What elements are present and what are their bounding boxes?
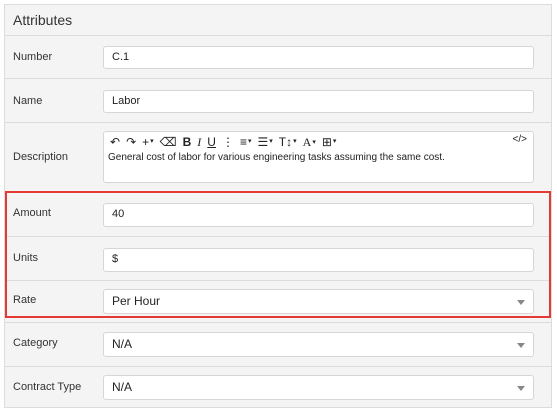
- units-field[interactable]: $: [103, 248, 534, 272]
- chevron-down-icon: [517, 386, 525, 391]
- amount-label: Amount: [13, 207, 51, 219]
- rate-value: Per Hour: [112, 294, 161, 308]
- amount-row: Amount 40: [5, 193, 551, 237]
- category-value: N/A: [112, 337, 133, 351]
- contract-type-value: N/A: [112, 380, 133, 394]
- chevron-down-icon: ▾: [312, 138, 316, 146]
- more-options-icon[interactable]: ⋮: [222, 134, 234, 150]
- category-row: Category N/A: [5, 323, 551, 367]
- align-icon: ≡: [239, 135, 247, 149]
- description-text[interactable]: General cost of labor for various engine…: [108, 152, 445, 163]
- number-label: Number: [13, 51, 53, 63]
- rate-select[interactable]: Per Hour: [103, 289, 534, 314]
- chevron-down-icon: [517, 343, 525, 348]
- bold-icon[interactable]: B: [183, 134, 192, 150]
- font-color-icon: A: [302, 135, 312, 149]
- units-row: Units $: [5, 237, 551, 281]
- underline-icon[interactable]: U: [207, 134, 216, 150]
- name-row: Name Labor: [5, 79, 551, 123]
- text-size-dropdown[interactable]: T↕ ▾: [279, 134, 297, 150]
- insert-dropdown[interactable]: + ▾: [142, 134, 154, 150]
- amount-field[interactable]: 40: [103, 203, 534, 227]
- chevron-down-icon: [517, 300, 525, 305]
- category-label: Category: [13, 337, 58, 349]
- list-dropdown[interactable]: ☰ ▾: [258, 134, 273, 150]
- panel-title: Attributes: [5, 5, 551, 36]
- chevron-down-icon: ▾: [332, 138, 337, 145]
- redo-icon[interactable]: ↷: [126, 134, 136, 150]
- description-editor[interactable]: ↶ ↷ + ▾ ⌫ B I U ⋮ ≡ ▾ ☰ ▾ T↕ ▾ A ▾ ⊞ ▾ </> Gen…: [103, 131, 534, 183]
- chevron-down-icon: ▾: [150, 138, 154, 145]
- table-icon: ⊞: [321, 135, 332, 149]
- list-icon: ☰: [257, 135, 269, 149]
- italic-icon[interactable]: I: [197, 134, 201, 150]
- text-size-icon: T↕: [278, 135, 293, 149]
- font-color-dropdown[interactable]: A ▾: [303, 134, 316, 150]
- units-label: Units: [13, 252, 39, 264]
- rate-row: Rate Per Hour: [5, 281, 551, 323]
- chevron-down-icon: ▾: [293, 138, 297, 145]
- chevron-down-icon: ▾: [269, 138, 273, 145]
- name-label: Name: [13, 95, 43, 107]
- plus-icon: +: [142, 135, 150, 149]
- align-dropdown[interactable]: ≡ ▾: [240, 134, 252, 150]
- undo-icon[interactable]: ↶: [110, 134, 120, 150]
- code-view-icon[interactable]: </>: [513, 134, 527, 145]
- number-field[interactable]: C.1: [103, 46, 534, 69]
- contract-type-row: Contract Type N/A: [5, 367, 551, 407]
- contract-type-label: Contract Type: [13, 381, 82, 393]
- clear-format-icon[interactable]: ⌫: [160, 134, 177, 150]
- name-field[interactable]: Labor: [103, 90, 534, 113]
- table-dropdown[interactable]: ⊞ ▾: [322, 134, 337, 150]
- number-row: Number C.1: [5, 36, 551, 79]
- contract-type-select[interactable]: N/A: [103, 375, 534, 400]
- chevron-down-icon: ▾: [247, 138, 252, 145]
- attributes-panel: Attributes Number C.1 Name Labor Descrip…: [4, 4, 552, 408]
- description-row: Description ↶ ↷ + ▾ ⌫ B I U ⋮ ≡ ▾ ☰ ▾ T↕ ▾ A…: [5, 123, 551, 193]
- category-select[interactable]: N/A: [103, 332, 534, 357]
- editor-toolbar: ↶ ↷ + ▾ ⌫ B I U ⋮ ≡ ▾ ☰ ▾ T↕ ▾ A ▾ ⊞ ▾: [104, 132, 533, 152]
- description-label: Description: [13, 151, 69, 163]
- rate-label: Rate: [13, 294, 37, 306]
